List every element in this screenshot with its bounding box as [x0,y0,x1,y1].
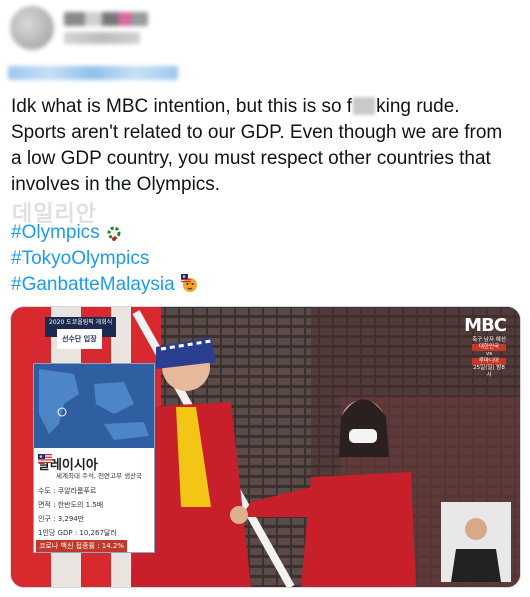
banner-main: 선수단 입장 [57,329,102,349]
hashtag-list: #Olympics #TokyoOlympics #GanbatteMalays… [11,220,200,298]
tweet-card[interactable]: Idk what is MBC intention, but this is s… [0,0,530,597]
flag-malaysia-icon [38,454,52,463]
country-infobox: 말레이시아 세계최대 주석, 천연고무 생산국 수도 : 쿠알라룸푸르 면적 :… [33,363,155,553]
censored-word [353,97,376,115]
infobox-subtitle: 세계최대 주석, 천연고무 생산국 [56,472,143,480]
tweet-media-image[interactable]: 2020 도쿄올림픽 개회식 선수단 입장 MBC 축구 남자 예선 대한민국 … [10,306,521,588]
infobox-gdp: 1인당 GDP : 10,267달러 [38,529,117,537]
broadcaster-logo: MBC [464,315,507,336]
infobox-vaccine-rate: 코로나 백신 접종률 : 14.2% [36,540,128,552]
hashtag-link-ganbattemalaysia[interactable]: #GanbatteMalaysia [11,272,200,298]
infobox-area: 면적 : 한반도의 1.5배 [38,501,104,509]
infobox-capital: 수도 : 쿠알라룸푸르 [38,487,97,495]
hashtag-link-tokyoolympics[interactable]: #TokyoOlympics [11,246,200,272]
username-redacted [64,32,140,44]
tiger-emoji [180,274,197,292]
game-info: 축구 남자 예선 대한민국 vs 루마니아 25일(일) 밤8시 [472,337,506,378]
infobox-population: 인구 : 3,294만 [38,515,85,523]
map-southeast-asia [34,364,154,448]
broadcast-subbanner: 선수단 입장 [57,329,102,349]
tweet-text-part1: Idk what is MBC intention, but this is s… [11,96,353,117]
avatar[interactable] [10,6,54,50]
laurel-emoji [107,226,121,241]
tweet-text: Idk what is MBC intention, but this is s… [11,94,516,198]
display-name-redacted[interactable] [64,12,148,26]
hashtag-link-olympics[interactable]: #Olympics [11,220,200,246]
replying-to-redacted[interactable] [8,66,178,80]
